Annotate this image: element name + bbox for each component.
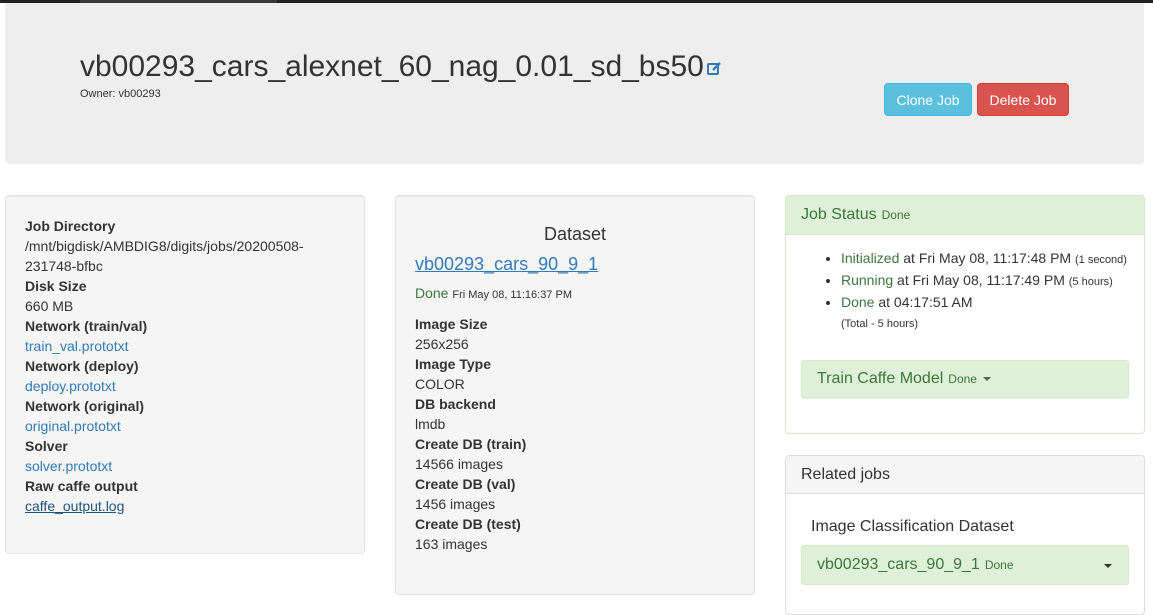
- status-item-running: Running at Fri May 08, 11:17:49 PM (5 ho…: [841, 270, 1141, 292]
- db-backend-label: DB backend: [415, 396, 496, 412]
- db-backend-value: lmdb: [415, 416, 446, 432]
- dataset-info-list: Image Size 256x256 Image Type COLOR DB b…: [415, 314, 735, 554]
- job-info-panel: Job Directory /mnt/bigdisk/AMBDIG8/digit…: [5, 195, 365, 554]
- solver-link[interactable]: solver.prototxt: [25, 458, 112, 474]
- job-title: vb00293_cars_alexnet_60_nag_0.01_sd_bs50: [80, 49, 722, 85]
- dataset-panel: Dataset vb00293_cars_90_9_1 Done Fri May…: [395, 195, 755, 595]
- delete-job-button[interactable]: Delete Job: [977, 83, 1069, 116]
- create-db-val-label: Create DB (val): [415, 476, 516, 492]
- job-status-panel: Job StatusDone Initialized at Fri May 08…: [785, 195, 1145, 434]
- related-jobs-heading: Related jobs: [786, 456, 1144, 494]
- dataset-status: Done Fri May 08, 11:16:37 PM: [415, 285, 572, 301]
- dataset-heading: Dataset: [543, 224, 607, 244]
- dataset-name-link[interactable]: vb00293_cars_90_9_1: [415, 254, 598, 275]
- job-directory-label: Job Directory: [25, 218, 116, 234]
- image-type-value: COLOR: [415, 376, 465, 392]
- caret-down-icon: [982, 377, 991, 381]
- image-size-value: 256x256: [415, 336, 469, 352]
- image-type-label: Image Type: [415, 356, 491, 372]
- create-db-val-value: 1456 images: [415, 496, 496, 512]
- solver-label: Solver: [25, 438, 68, 454]
- job-status-heading: Job Status Done: [786, 196, 1144, 235]
- network-original-link[interactable]: original.prototxt: [25, 418, 121, 434]
- network-trainval-label: Network (train/val): [25, 318, 148, 334]
- create-db-train-label: Create DB (train): [415, 436, 527, 452]
- clone-job-button[interactable]: Clone Job: [884, 83, 972, 116]
- job-title-text: vb00293_cars_alexnet_60_nag_0.01_sd_bs50: [80, 50, 704, 83]
- raw-output-label: Raw caffe output: [25, 478, 138, 494]
- image-size-label: Image Size: [415, 316, 488, 332]
- network-deploy-link[interactable]: deploy.prototxt: [25, 378, 116, 394]
- train-model-state: Done: [948, 372, 977, 386]
- create-db-test-label: Create DB (test): [415, 516, 521, 532]
- related-jobs-subtitle: Image Classification Dataset: [811, 518, 1014, 535]
- related-job-dropdown[interactable]: vb00293_cars_90_9_1 Done: [801, 545, 1129, 585]
- network-deploy-label: Network (deploy): [25, 358, 139, 374]
- job-info-list: Job Directory /mnt/bigdisk/AMBDIG8/digit…: [25, 216, 345, 516]
- create-db-test-value: 163 images: [415, 536, 488, 552]
- raw-output-link[interactable]: caffe_output.log: [25, 498, 124, 514]
- job-status-timeline: Initialized at Fri May 08, 11:17:48 PM (…: [811, 248, 1141, 334]
- status-item-initialized: Initialized at Fri May 08, 11:17:48 PM (…: [841, 248, 1141, 270]
- disk-size-value: 660 MB: [25, 298, 74, 314]
- train-model-dropdown[interactable]: Train Caffe Model Done: [801, 360, 1129, 398]
- create-db-train-value: 14566 images: [415, 456, 503, 472]
- related-job-state: Done: [984, 558, 1014, 572]
- related-jobs-panel: Related jobs Image Classification Datase…: [785, 455, 1145, 615]
- job-header: vb00293_cars_alexnet_60_nag_0.01_sd_bs50…: [5, 3, 1144, 164]
- disk-size-label: Disk Size: [25, 278, 87, 294]
- job-status-state: Done: [881, 208, 911, 222]
- network-trainval-link[interactable]: train_val.prototxt: [25, 338, 129, 354]
- status-item-done: Done at 04:17:51 AM(Total - 5 hours): [841, 292, 1141, 334]
- job-owner: Owner: vb00293: [80, 88, 161, 100]
- network-original-label: Network (original): [25, 398, 145, 414]
- dataset-status-time: Fri May 08, 11:16:37 PM: [452, 289, 572, 301]
- edit-icon[interactable]: [706, 49, 722, 75]
- job-directory-value: /mnt/bigdisk/AMBDIG8/digits/jobs/2020050…: [25, 238, 304, 274]
- caret-down-icon: [1104, 564, 1112, 568]
